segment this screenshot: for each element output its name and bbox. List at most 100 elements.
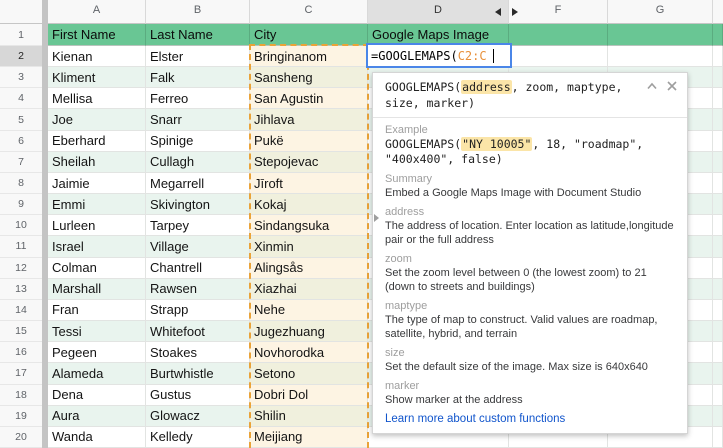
cell-C9[interactable]: Kokaj [250, 194, 368, 216]
cell-A15[interactable]: Tessi [48, 321, 146, 343]
column-header-F[interactable]: F [509, 0, 608, 24]
column-header-A[interactable]: A [48, 0, 146, 24]
header-cell-empty[interactable] [608, 24, 713, 46]
row-header-20[interactable]: 20 [0, 426, 48, 448]
cell-A11[interactable]: Israel [48, 236, 146, 258]
cell-A20[interactable]: Wanda [48, 426, 146, 448]
header-cell-city[interactable]: City [250, 24, 368, 46]
cell-B9[interactable]: Skivington [146, 194, 250, 216]
cell-B15[interactable]: Whitefoot [146, 321, 250, 343]
cell-A5[interactable]: Joe [48, 109, 146, 131]
cell-C18[interactable]: Dobri Dol [250, 384, 368, 406]
cell-H6[interactable] [713, 130, 723, 152]
cell-A17[interactable]: Alameda [48, 363, 146, 385]
cell-A13[interactable]: Marshall [48, 278, 146, 300]
cell-H20[interactable] [713, 426, 723, 448]
collapse-help-icon[interactable] [646, 80, 658, 92]
cell-B19[interactable]: Glowacz [146, 405, 250, 427]
row-header-11[interactable]: 11 [0, 236, 48, 258]
cell-H9[interactable] [713, 194, 723, 216]
row-header-1[interactable]: 1 [0, 24, 48, 46]
cell-C8[interactable]: Jīroft [250, 172, 368, 195]
cell-A10[interactable]: Lurleen [48, 215, 146, 237]
row-header-9[interactable]: 9 [0, 194, 48, 216]
cell-B18[interactable]: Gustus [146, 384, 250, 406]
row-header-13[interactable]: 13 [0, 278, 48, 300]
cell-A16[interactable]: Pegeen [48, 342, 146, 364]
cell-H13[interactable] [713, 278, 723, 300]
row-header-7[interactable]: 7 [0, 151, 48, 173]
row-header-19[interactable]: 19 [0, 405, 48, 427]
learn-more-link[interactable]: Learn more about custom functions [385, 413, 565, 425]
header-cell-last-name[interactable]: Last Name [146, 24, 250, 46]
cell-B6[interactable]: Spinige [146, 130, 250, 152]
cell-C15[interactable]: Jugezhuang [250, 321, 368, 343]
cell-C4[interactable]: San Agustin [250, 88, 368, 110]
cell-B10[interactable]: Tarpey [146, 215, 250, 237]
row-header-18[interactable]: 18 [0, 384, 48, 406]
cell-B11[interactable]: Village [146, 236, 250, 258]
cell-H14[interactable] [713, 299, 723, 322]
cell-G2[interactable] [608, 46, 713, 68]
cell-C2[interactable]: Bringinanom [250, 46, 368, 68]
cell-H15[interactable] [713, 321, 723, 343]
row-header-17[interactable]: 17 [0, 363, 48, 385]
cell-C10[interactable]: Sindangsuka [250, 215, 368, 237]
cell-B20[interactable]: Kelledy [146, 426, 250, 448]
column-header-partial[interactable] [713, 0, 723, 24]
cell-H4[interactable] [713, 88, 723, 110]
freeze-pane-divider[interactable] [42, 0, 48, 448]
cell-H16[interactable] [713, 342, 723, 364]
cell-B14[interactable]: Strapp [146, 299, 250, 322]
cell-B5[interactable]: Snarr [146, 109, 250, 131]
header-cell-first-name[interactable]: First Name [48, 24, 146, 46]
cell-A7[interactable]: Sheilah [48, 151, 146, 173]
cell-C13[interactable]: Xiazhai [250, 278, 368, 300]
header-cell-empty[interactable] [713, 24, 723, 46]
cell-B4[interactable]: Ferreo [146, 88, 250, 110]
cell-B2[interactable]: Elster [146, 46, 250, 68]
unhide-column-left-arrow-icon[interactable] [495, 8, 501, 16]
cell-A12[interactable]: Colman [48, 257, 146, 279]
column-header-B[interactable]: B [146, 0, 250, 24]
cell-C17[interactable]: Setono [250, 363, 368, 385]
header-cell-empty[interactable] [509, 24, 608, 46]
column-header-G[interactable]: G [608, 0, 713, 24]
cell-B3[interactable]: Falk [146, 67, 250, 89]
cell-H5[interactable] [713, 109, 723, 131]
cell-C14[interactable]: Nehe [250, 299, 368, 322]
row-header-10[interactable]: 10 [0, 215, 48, 237]
column-header-C[interactable]: C [250, 0, 368, 24]
cell-B13[interactable]: Rawsen [146, 278, 250, 300]
select-all-corner[interactable] [0, 0, 48, 24]
cell-C16[interactable]: Novhorodka [250, 342, 368, 364]
cell-B8[interactable]: Megarrell [146, 172, 250, 195]
cell-A9[interactable]: Emmi [48, 194, 146, 216]
cell-A4[interactable]: Mellisa [48, 88, 146, 110]
row-header-15[interactable]: 15 [0, 321, 48, 343]
cell-A3[interactable]: Kliment [48, 67, 146, 89]
row-header-5[interactable]: 5 [0, 109, 48, 131]
cell-C5[interactable]: Jihlava [250, 109, 368, 131]
cell-A6[interactable]: Eberhard [48, 130, 146, 152]
row-header-16[interactable]: 16 [0, 342, 48, 364]
cell-C6[interactable]: Pukë [250, 130, 368, 152]
cell-H11[interactable] [713, 236, 723, 258]
cell-B17[interactable]: Burtwhistle [146, 363, 250, 385]
cell-H12[interactable] [713, 257, 723, 279]
formula-cell-editor[interactable]: =GOOGLEMAPS(C2:C [366, 43, 512, 68]
cell-C11[interactable]: Xinmin [250, 236, 368, 258]
cell-A14[interactable]: Fran [48, 299, 146, 322]
cell-B7[interactable]: Cullagh [146, 151, 250, 173]
cell-H18[interactable] [713, 384, 723, 406]
row-header-12[interactable]: 12 [0, 257, 48, 279]
row-header-8[interactable]: 8 [0, 172, 48, 195]
cell-H7[interactable] [713, 151, 723, 173]
cell-F2[interactable] [509, 46, 608, 68]
cell-B12[interactable]: Chantrell [146, 257, 250, 279]
cell-H10[interactable] [713, 215, 723, 237]
cell-H8[interactable] [713, 172, 723, 195]
cell-C12[interactable]: Alingsås [250, 257, 368, 279]
cell-C19[interactable]: Shilin [250, 405, 368, 427]
column-header-D[interactable]: D [368, 0, 509, 24]
